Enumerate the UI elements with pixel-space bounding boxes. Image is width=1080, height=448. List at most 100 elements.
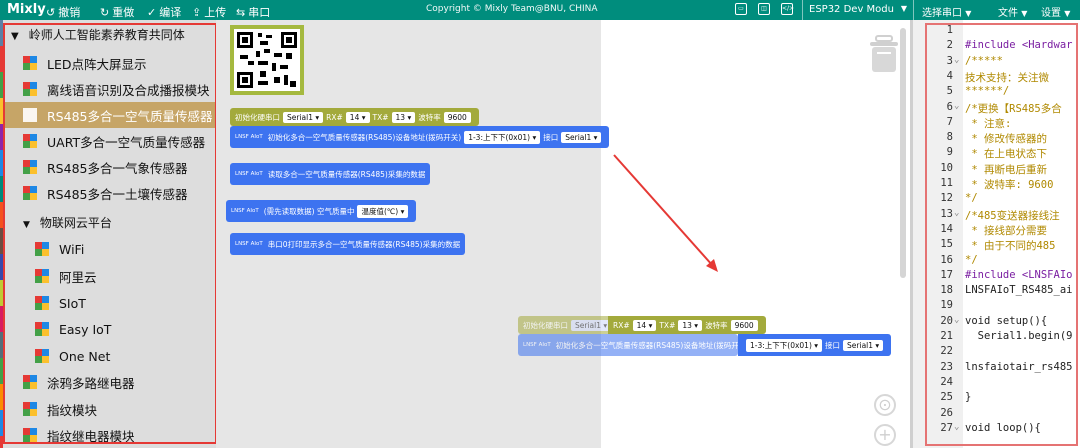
toolbox-item-label: SIoT [59, 295, 86, 311]
fold-chevron-icon[interactable]: ⌄ [954, 422, 959, 432]
undo-button[interactable]: ↺ 撤销 [46, 4, 80, 20]
zoom-in-icon[interactable]: + [874, 424, 896, 446]
serial-icon: ⇆ [236, 5, 246, 19]
fold-chevron-icon[interactable]: ⌄ [954, 208, 959, 218]
toolbox-item-wifi[interactable]: WiFi [3, 236, 216, 262]
code-text: */ [965, 192, 978, 205]
code-line[interactable]: 10 * 再断电后重新 [913, 162, 1080, 177]
cube-icon [35, 349, 49, 363]
undo-icon: ↺ [46, 5, 56, 19]
copyright-text: Copyright © Mixly Team@BNU, CHINA [426, 4, 598, 14]
compile-label: 编译 [159, 6, 182, 19]
line-number: 1 [946, 24, 953, 36]
line-number: 16 [940, 253, 953, 266]
code-line[interactable]: 17 #include <LNSFAIo [913, 269, 1080, 284]
code-line[interactable]: 11 * 波特率: 9600 [913, 177, 1080, 192]
toolbox-item-siot[interactable]: SIoT [3, 290, 216, 316]
code-text: ******/ [965, 85, 1010, 98]
toolbox-item-fingerprint-relay[interactable]: 指纹继电器模块 [3, 422, 216, 448]
toolbox-item-rs485-weather[interactable]: RS485多合一气象传感器 [3, 154, 216, 180]
code-line[interactable]: 16 */ [913, 254, 1080, 269]
code-line[interactable]: 13 ⌄ /*485变送器接线注 [913, 208, 1080, 223]
toolbox-item-label: RS485多合一土壤传感器 [47, 186, 188, 202]
upload-button[interactable]: ⇪ 上传 [192, 4, 226, 20]
line-number: 9 [946, 146, 953, 159]
code-text: * 再断电后重新 [965, 163, 1047, 176]
code-line[interactable]: 22 [913, 345, 1080, 360]
line-number: 13 [940, 207, 953, 220]
subtree-label: 物联网云平台 [39, 216, 112, 230]
code-text: #include <Hardwar [965, 39, 1073, 52]
board-select[interactable]: ESP32 Dev Modu ▼ [802, 0, 914, 20]
trash-icon[interactable] [868, 34, 900, 74]
toolbox-item-label: Easy IoT [59, 321, 112, 337]
chevron-down-icon: ▼ [1021, 9, 1028, 18]
toolbox-item-rs485-air-quality[interactable]: RS485多合一空气质量传感器 [3, 102, 216, 128]
toolbox-item-tuya-relay[interactable]: 涂鸦多路继电器 [3, 369, 216, 395]
code-line[interactable]: 24 [913, 376, 1080, 391]
code-text: * 修改传感器的 [965, 133, 1047, 146]
code-text: /*485变送器接线注 [965, 209, 1060, 222]
toolbox-subtree-iot-cloud[interactable]: ▼ 物联网云平台 [23, 214, 112, 231]
code-line[interactable]: 5 ******/ [913, 85, 1080, 100]
line-number: 27 [940, 421, 953, 434]
code-line[interactable]: 15 * 由于不同的485 [913, 238, 1080, 253]
line-number: 15 [940, 238, 953, 251]
split-icon[interactable]: ◫ [758, 3, 770, 15]
toolbox-item-uart-air-quality[interactable]: UART多合一空气质量传感器 [3, 128, 216, 154]
fold-chevron-icon[interactable]: ⌄ [954, 101, 959, 111]
block-workspace[interactable]: 初始化硬串口 Serial1 ▾ RX# 14 ▾ TX# 13 ▾ 波特率 9… [216, 20, 910, 448]
code-line[interactable]: 12 */ [913, 192, 1080, 207]
code-line[interactable]: 20 ⌄ void setup(){ [913, 315, 1080, 330]
toolbox-item-label: RS485多合一气象传感器 [47, 160, 188, 176]
compile-button[interactable]: ✓ 编译 [147, 4, 181, 20]
toolbox-item-led-matrix[interactable]: LED点阵大屏显示 [3, 50, 216, 76]
code-line[interactable]: 27 ⌄ void loop(){ [913, 422, 1080, 437]
code-line[interactable]: 3 ⌄ /***** [913, 55, 1080, 70]
layout-icon[interactable]: ▭ [735, 3, 747, 15]
fold-chevron-icon[interactable]: ⌄ [954, 315, 959, 325]
toolbox-item-easy-iot[interactable]: Easy IoT [3, 316, 216, 342]
cube-icon [35, 296, 49, 310]
toolbox-item-fingerprint[interactable]: 指纹模块 [3, 396, 216, 422]
code-line[interactable]: 25} [913, 391, 1080, 406]
code-line[interactable]: 6 ⌄ /*更换【RS485多合 [913, 101, 1080, 116]
code-text: Serial1.begin(9 [965, 330, 1073, 342]
chevron-down-icon: ▼ [900, 4, 907, 13]
recenter-icon[interactable]: ⊙ [874, 394, 896, 416]
board-value: ESP32 Dev Modu [809, 4, 894, 15]
code-line[interactable]: 18 LNSFAIoT_RS485_ai [913, 284, 1080, 299]
code-line[interactable]: 1 [913, 24, 1080, 39]
port-select[interactable]: 选择串口 ▼ [922, 4, 971, 19]
settings-menu[interactable]: 设置 ▼ [1041, 4, 1070, 19]
upload-icon: ⇪ [192, 5, 202, 19]
code-line[interactable]: 9 * 在上电状态下 [913, 146, 1080, 161]
toolbox-item-one-net[interactable]: One Net [3, 343, 216, 369]
code-line[interactable]: 2 #include <Hardwar [913, 39, 1080, 54]
code-line[interactable]: 4 技术支持：关注微 [913, 70, 1080, 85]
toolbox-item-aliyun[interactable]: 阿里云 [3, 263, 216, 289]
line-number: 4 [946, 69, 953, 82]
toolbox-item-label: 离线语音识别及合成播报模块 [47, 82, 210, 98]
code-line[interactable]: 26 [913, 407, 1080, 422]
file-menu[interactable]: 文件 ▼ [998, 4, 1027, 19]
toolbox-item-rs485-soil[interactable]: RS485多合一土壤传感器 [3, 180, 216, 206]
code-line[interactable]: 7 * 注意: [913, 116, 1080, 131]
code-line[interactable]: 19 [913, 299, 1080, 314]
code-line[interactable]: 8 * 修改传感器的 [913, 131, 1080, 146]
toolbox-item-label: One Net [59, 348, 111, 364]
code-text: * 接线部分需要 [965, 224, 1047, 237]
cube-icon [23, 82, 37, 96]
fold-chevron-icon[interactable]: ⌄ [954, 55, 959, 65]
cube-icon [23, 402, 37, 416]
code-line[interactable]: 23 lnsfaiotair_rs485 [913, 361, 1080, 376]
toolbox-item-voice-module[interactable]: 离线语音识别及合成播报模块 [3, 76, 216, 102]
serial-button[interactable]: ⇆ 串口 [236, 4, 270, 20]
code-editor[interactable]: 1 2 #include <Hardwar 3 ⌄/***** 4 技术支持：关注微 5 ***… [910, 20, 1080, 448]
toolbox-root-category[interactable]: ▼ 岭师人工智能素养教育共同体 [11, 26, 185, 43]
code-view-icon[interactable]: </> [781, 3, 794, 15]
code-line[interactable]: 14 * 接线部分需要 [913, 223, 1080, 238]
workspace-scrollbar[interactable] [900, 28, 906, 278]
code-line[interactable]: 21 Serial1.begin(9 [913, 330, 1080, 345]
redo-button[interactable]: ↻ 重做 [100, 4, 134, 20]
